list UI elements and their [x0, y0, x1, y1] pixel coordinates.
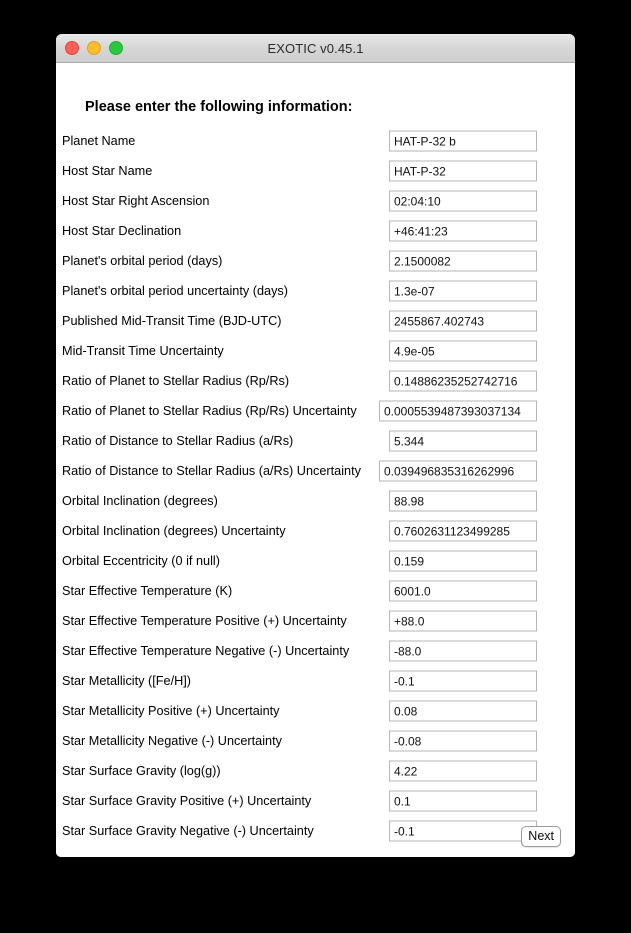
field-input[interactable] [389, 130, 537, 152]
field-label: Ratio of Distance to Stellar Radius (a/R… [62, 464, 361, 478]
minimize-button[interactable] [87, 41, 101, 55]
form-row: Star Surface Gravity Positive (+) Uncert… [56, 786, 575, 816]
form-row: Star Metallicity Positive (+) Uncertaint… [56, 696, 575, 726]
field-label: Star Effective Temperature Negative (-) … [62, 644, 350, 658]
form-row: Host Star Right Ascension [56, 186, 575, 216]
field-label: Host Star Right Ascension [62, 194, 210, 208]
field-label: Planet's orbital period (days) [62, 254, 223, 268]
form-row: Orbital Inclination (degrees) Uncertaint… [56, 516, 575, 546]
window-title: EXOTIC v0.45.1 [267, 40, 364, 56]
form-row: Mid-Transit Time Uncertainty [56, 336, 575, 366]
field-input[interactable] [389, 370, 537, 392]
form-row: Host Star Name [56, 156, 575, 186]
field-input[interactable] [389, 550, 537, 572]
field-input[interactable] [389, 310, 537, 332]
field-input[interactable] [389, 730, 537, 752]
field-label: Star Metallicity Positive (+) Uncertaint… [62, 704, 280, 718]
field-label: Mid-Transit Time Uncertainty [62, 344, 224, 358]
field-input[interactable] [389, 220, 537, 242]
field-label: Star Metallicity Negative (-) Uncertaint… [62, 734, 282, 748]
field-input[interactable] [389, 670, 537, 692]
field-input[interactable] [389, 160, 537, 182]
window-titlebar[interactable]: EXOTIC v0.45.1 [56, 34, 575, 63]
form-row: Star Effective Temperature Negative (-) … [56, 636, 575, 666]
field-input[interactable] [389, 700, 537, 722]
form-row: Ratio of Distance to Stellar Radius (a/R… [56, 426, 575, 456]
field-input[interactable] [389, 760, 537, 782]
form-row: Star Surface Gravity Negative (-) Uncert… [56, 816, 575, 846]
form-row: Star Metallicity Negative (-) Uncertaint… [56, 726, 575, 756]
field-input[interactable] [389, 520, 537, 542]
form-row: Planet's orbital period uncertainty (day… [56, 276, 575, 306]
field-input[interactable] [379, 460, 537, 482]
form-row: Star Metallicity ([Fe/H]) [56, 666, 575, 696]
field-label: Planet's orbital period uncertainty (day… [62, 284, 288, 298]
form-row: Planet Name [56, 126, 575, 156]
field-label: Orbital Eccentricity (0 if null) [62, 554, 220, 568]
field-label: Star Surface Gravity Positive (+) Uncert… [62, 794, 312, 808]
field-input[interactable] [379, 400, 537, 422]
field-label: Star Effective Temperature Positive (+) … [62, 614, 347, 628]
field-label: Star Surface Gravity (log(g)) [62, 764, 221, 778]
form-row: Star Effective Temperature Positive (+) … [56, 606, 575, 636]
form-row: Ratio of Planet to Stellar Radius (Rp/Rs… [56, 396, 575, 426]
form-row: Planet's orbital period (days) [56, 246, 575, 276]
field-label: Published Mid-Transit Time (BJD-UTC) [62, 314, 282, 328]
form-heading: Please enter the following information: [85, 99, 353, 115]
form-row: Star Effective Temperature (K) [56, 576, 575, 606]
form-row: Ratio of Planet to Stellar Radius (Rp/Rs… [56, 366, 575, 396]
field-input[interactable] [389, 280, 537, 302]
window-content: Please enter the following information: … [56, 63, 575, 857]
form-row: Star Surface Gravity (log(g)) [56, 756, 575, 786]
field-label: Orbital Inclination (degrees) [62, 494, 218, 508]
window-controls [65, 34, 123, 62]
field-label: Planet Name [62, 134, 136, 148]
field-input[interactable] [389, 430, 537, 452]
field-label: Ratio of Distance to Stellar Radius (a/R… [62, 434, 294, 448]
exotic-window: EXOTIC v0.45.1 Please enter the followin… [56, 34, 575, 857]
next-button[interactable]: Next [521, 825, 561, 847]
form-row: Published Mid-Transit Time (BJD-UTC) [56, 306, 575, 336]
field-input[interactable] [389, 790, 537, 812]
form-row: Orbital Inclination (degrees) [56, 486, 575, 516]
field-label: Ratio of Planet to Stellar Radius (Rp/Rs… [62, 404, 357, 418]
field-label: Star Metallicity ([Fe/H]) [62, 674, 192, 688]
form-row: Host Star Declination [56, 216, 575, 246]
field-input[interactable] [389, 610, 537, 632]
field-label: Star Surface Gravity Negative (-) Uncert… [62, 824, 314, 838]
field-label: Ratio of Planet to Stellar Radius (Rp/Rs… [62, 374, 290, 388]
maximize-button[interactable] [109, 41, 123, 55]
form-footer: Next [521, 825, 561, 847]
field-label: Host Star Name [62, 164, 153, 178]
field-input[interactable] [389, 580, 537, 602]
field-input[interactable] [389, 190, 537, 212]
field-label: Star Effective Temperature (K) [62, 584, 233, 598]
form-field-list: Planet Name Host Star Name Host Star Right… [56, 126, 575, 846]
field-input[interactable] [389, 640, 537, 662]
field-input[interactable] [389, 340, 537, 362]
field-input[interactable] [389, 250, 537, 272]
field-input[interactable] [389, 820, 537, 842]
field-label: Orbital Inclination (degrees) Uncertaint… [62, 524, 286, 538]
form-row: Orbital Eccentricity (0 if null) [56, 546, 575, 576]
close-button[interactable] [65, 41, 79, 55]
field-label: Host Star Declination [62, 224, 182, 238]
field-input[interactable] [389, 490, 537, 512]
form-row: Ratio of Distance to Stellar Radius (a/R… [56, 456, 575, 486]
